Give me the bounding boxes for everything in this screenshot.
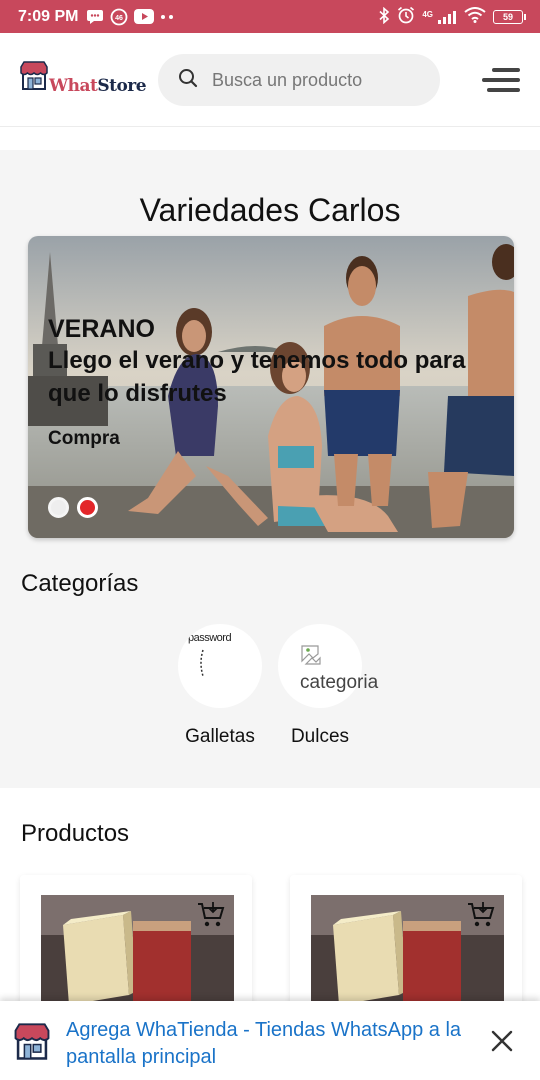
storefront-icon <box>14 1023 50 1066</box>
wifi-icon <box>464 7 486 26</box>
hamburger-menu-icon[interactable] <box>482 66 520 94</box>
password-image <box>200 649 204 677</box>
battery-level: 59 <box>493 9 523 24</box>
store-logo[interactable]: WhatStore <box>20 61 147 96</box>
product-card[interactable] <box>20 875 252 1015</box>
banner-title: VERANO <box>48 315 155 343</box>
app-header: WhatStore <box>0 33 540 127</box>
product-photo <box>311 895 504 1005</box>
category-item-dulces[interactable]: categoria Dulces <box>278 624 378 748</box>
search-input[interactable] <box>212 69 412 91</box>
logo-text: WhatStore <box>49 76 147 96</box>
alarm-icon <box>397 6 415 27</box>
speed-icon: 46 <box>110 8 128 26</box>
category-image: password <box>178 624 262 708</box>
carousel-indicators <box>48 497 98 518</box>
close-icon[interactable] <box>490 1029 514 1053</box>
cellular-signal-icon: 4G <box>422 10 457 24</box>
banner-cta-button[interactable]: Compra <box>48 428 468 450</box>
product-photo <box>41 895 234 1005</box>
message-icon <box>86 9 104 24</box>
youtube-icon <box>134 9 155 24</box>
search-icon <box>178 68 198 93</box>
storefront-icon <box>20 61 48 96</box>
product-card[interactable] <box>290 875 522 1015</box>
broken-image-icon <box>301 645 321 665</box>
category-image: categoria <box>278 624 378 708</box>
categories-title: Categorías <box>21 570 139 597</box>
banner-subtitle: Llego el verano y tenemos todo para que … <box>48 347 466 407</box>
network-type-label: 4G <box>422 9 433 19</box>
carousel-dot-2[interactable] <box>77 497 98 518</box>
status-time: 7:09 PM <box>18 7 79 25</box>
bluetooth-icon <box>378 6 390 27</box>
add-to-cart-icon[interactable] <box>466 901 496 934</box>
search-bar[interactable] <box>158 54 440 106</box>
category-name: Galletas <box>185 726 255 747</box>
add-to-cart-icon[interactable] <box>196 901 226 934</box>
store-name: Variedades Carlos <box>139 192 401 228</box>
svg-text:46: 46 <box>116 15 124 22</box>
category-image-alt: categoria <box>300 672 379 693</box>
promo-banner[interactable]: VERANO Llego el verano y tenemos todo pa… <box>28 236 514 538</box>
category-item-galletas[interactable]: password Galletas <box>178 624 262 748</box>
carousel-dot-1[interactable] <box>48 497 69 518</box>
banner-text: VERANO Llego el verano y tenemos todo pa… <box>48 314 468 450</box>
add-to-home-link[interactable]: Agrega WhaTienda - Tiendas WhatsApp a la… <box>66 1017 466 1071</box>
add-to-home-banner[interactable]: Agrega WhaTienda - Tiendas WhatsApp a la… <box>0 1001 540 1080</box>
store-section: Variedades Carlos VERANO Llego el verano… <box>0 150 540 788</box>
more-notifications-icon <box>160 14 174 20</box>
products-title: Productos <box>21 820 130 847</box>
battery-icon: 59 <box>493 9 526 24</box>
category-name: Dulces <box>290 726 350 747</box>
status-bar: 7:09 PM 46 4G 59 <box>0 0 540 33</box>
category-image-text: password <box>188 632 232 644</box>
